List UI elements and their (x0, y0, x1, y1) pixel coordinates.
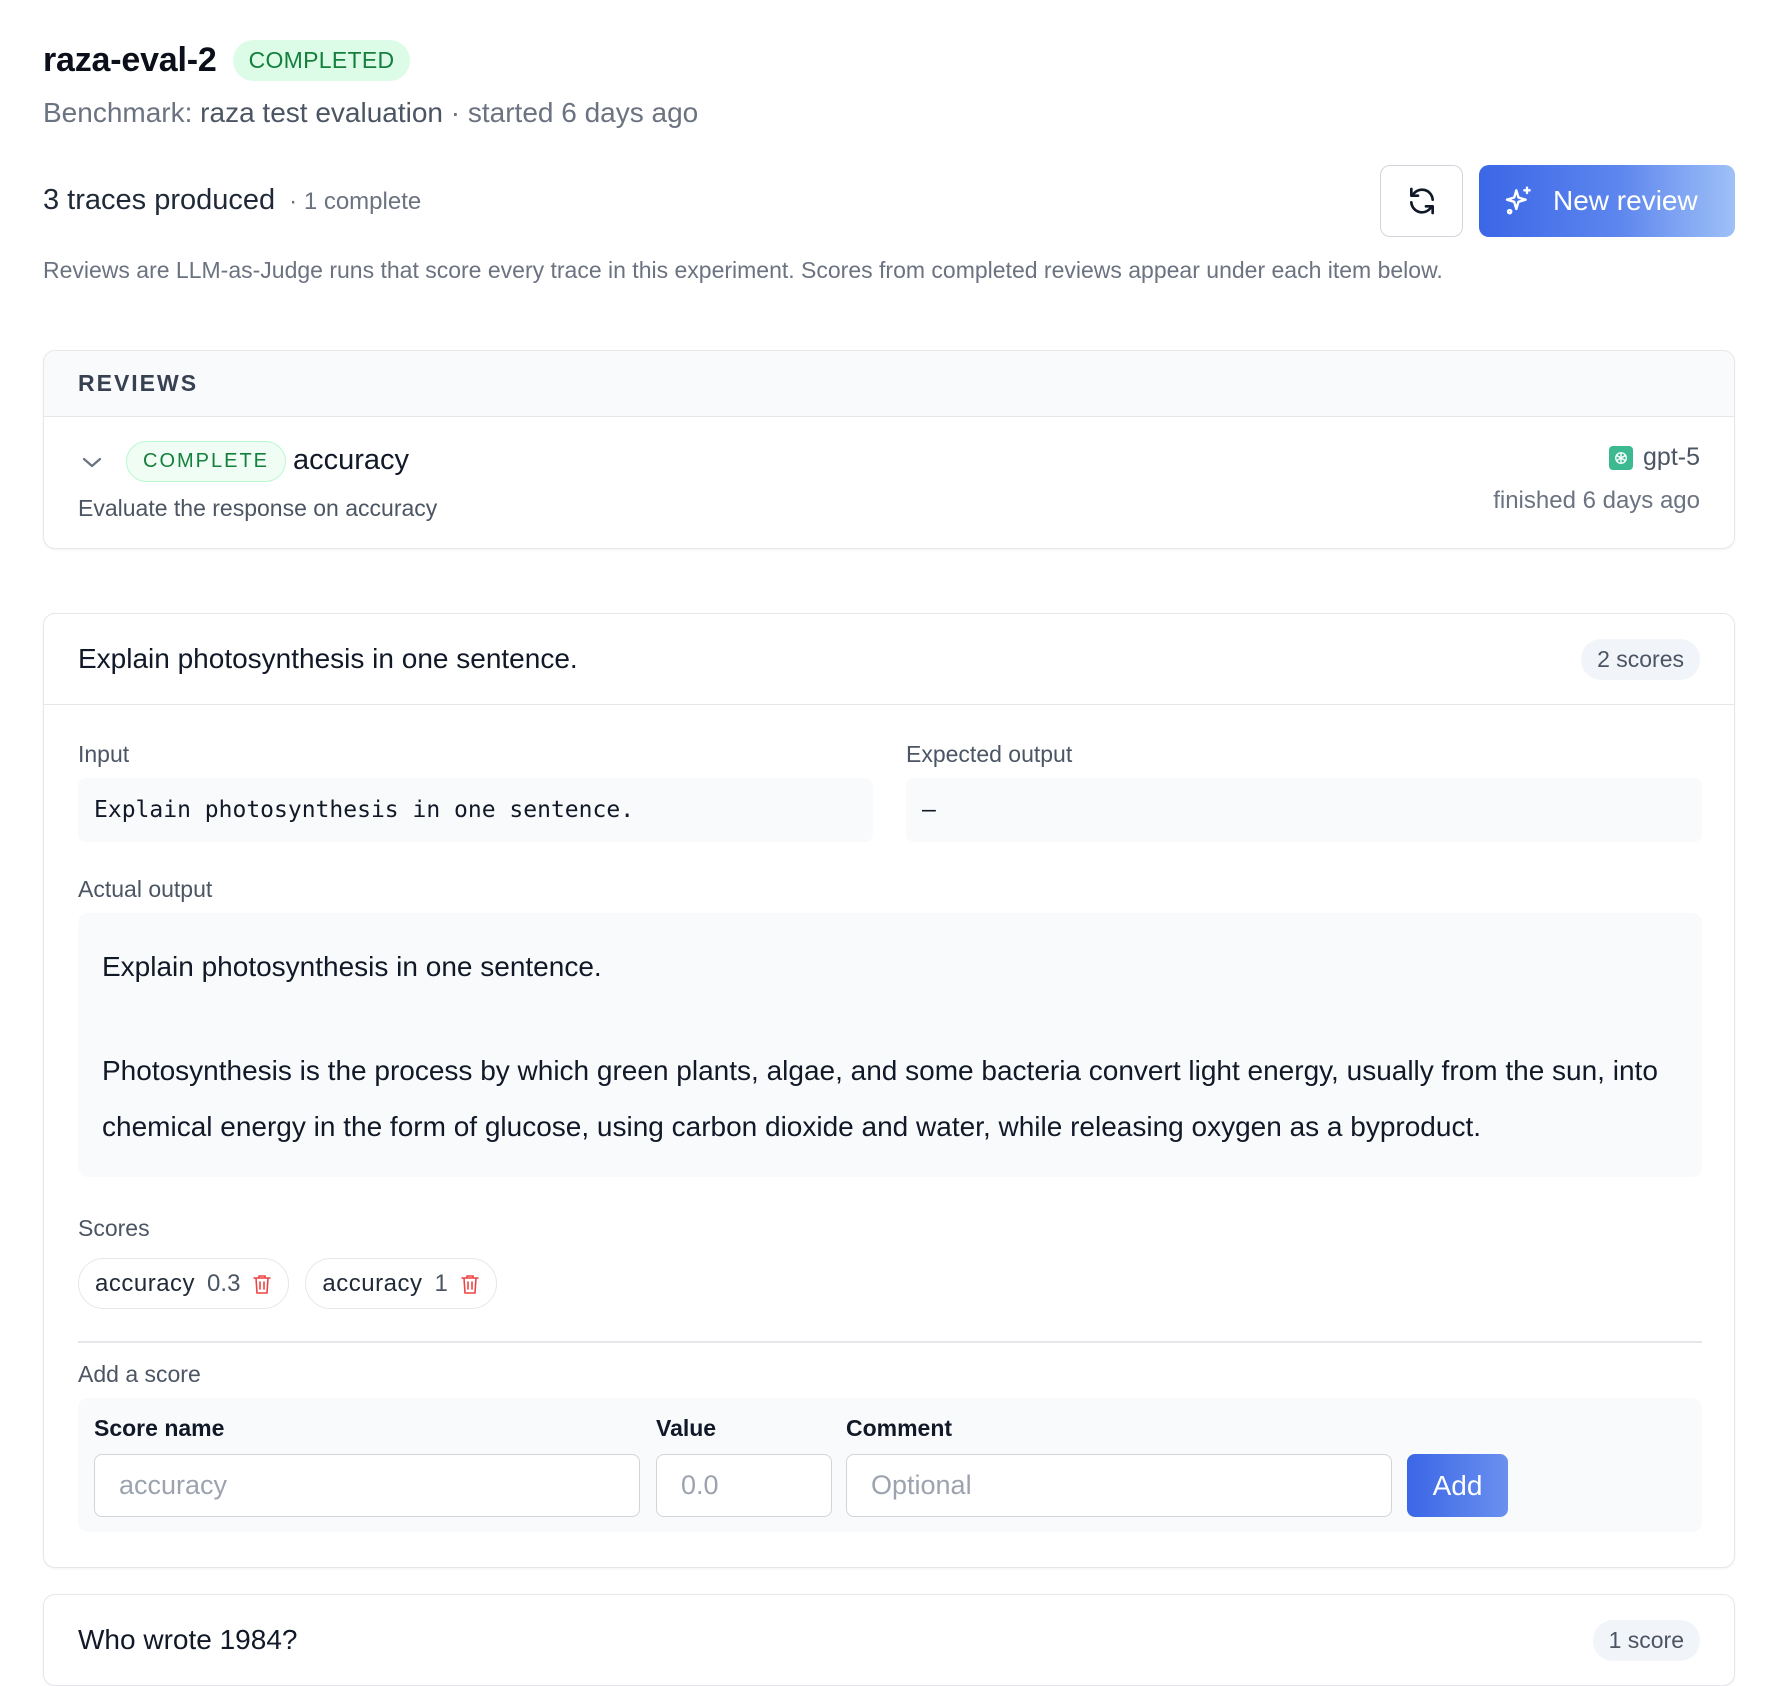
benchmark-prefix: Benchmark: (43, 97, 201, 128)
add-score-heading: Add a score (78, 1361, 201, 1387)
value-label: Value (656, 1415, 717, 1441)
trace-item-header[interactable]: Who wrote 1984? 1 score (44, 1595, 1734, 1685)
page-subtitle: Benchmark: raza test evaluation · starte… (43, 97, 698, 129)
trash-icon[interactable] (252, 1273, 272, 1295)
score-chip: accuracy 1 (305, 1258, 497, 1309)
complete-count: · 1 complete (289, 188, 422, 215)
score-name: accuracy (95, 1269, 196, 1297)
new-review-label: New review (1553, 185, 1698, 216)
score-name-label: Score name (94, 1415, 225, 1441)
scores-label: Scores (78, 1215, 150, 1241)
trace-item-question: Who wrote 1984? (78, 1624, 298, 1655)
score-chip: accuracy 0.3 (78, 1258, 290, 1309)
traces-count: 3 traces produced (43, 184, 276, 216)
review-status-badge: COMPLETE (126, 441, 287, 482)
model-name: gpt-5 (1643, 443, 1700, 471)
score-count-badge: 1 score (1592, 1619, 1700, 1661)
add-score-form: Score name accuracy Value 0.0 Comment Op… (78, 1398, 1702, 1532)
new-review-button[interactable]: New review (1479, 165, 1735, 237)
trace-item-header[interactable]: Explain photosynthesis in one sentence. … (44, 614, 1734, 705)
input-label: Input (78, 741, 130, 767)
input-box: Explain photosynthesis in one sentence. (78, 778, 873, 842)
benchmark-name: raza test evaluation (200, 97, 443, 128)
trace-item-card: Who wrote 1984? 1 score (43, 1594, 1735, 1686)
review-name: accuracy (293, 444, 410, 476)
reviews-card: REVIEWS COMPLETE accuracy Evaluate the r… (43, 350, 1735, 549)
chevron-down-icon[interactable] (80, 455, 104, 476)
expected-output-box: — (906, 778, 1702, 842)
score-value: 0.3 (207, 1269, 241, 1297)
expected-output-label: Expected output (906, 741, 1073, 767)
comment-input[interactable]: Optional (846, 1454, 1392, 1517)
score-name-input[interactable]: accuracy (94, 1454, 640, 1517)
sparkles-icon (1503, 185, 1535, 217)
review-description: Evaluate the response on accuracy (78, 495, 438, 521)
actual-output-line: Explain photosynthesis in one sentence. (102, 951, 602, 982)
trash-icon[interactable] (460, 1273, 480, 1295)
scores-list: accuracy 0.3 accuracy 1 (78, 1258, 513, 1309)
review-model: gpt-5 (1609, 443, 1700, 472)
traces-summary: 3 traces produced · 1 complete (43, 184, 421, 217)
score-name: accuracy (322, 1269, 423, 1297)
score-count-badge: 2 scores (1581, 638, 1700, 680)
openai-icon (1609, 445, 1634, 470)
trace-item-question: Explain photosynthesis in one sentence. (78, 643, 578, 674)
comment-label: Comment (846, 1415, 953, 1441)
refresh-icon (1409, 187, 1434, 215)
actual-output-label: Actual output (78, 876, 213, 902)
refresh-button[interactable] (1380, 165, 1463, 237)
add-score-button[interactable]: Add (1407, 1454, 1508, 1517)
divider (78, 1341, 1702, 1343)
reviews-heading: REVIEWS (44, 351, 1734, 417)
review-finished-time: finished 6 days ago (1493, 487, 1700, 514)
status-badge: COMPLETED (232, 40, 411, 81)
reviews-description: Reviews are LLM-as-Judge runs that score… (43, 257, 1443, 283)
review-row[interactable]: COMPLETE accuracy Evaluate the response … (44, 417, 1734, 548)
started-time: · started 6 days ago (442, 97, 699, 128)
actual-output-box: Explain photosynthesis in one sentence. … (78, 913, 1702, 1177)
score-value: 1 (434, 1269, 448, 1297)
page-title: raza-eval-2 (43, 41, 217, 79)
trace-item-card: Explain photosynthesis in one sentence. … (43, 613, 1735, 1568)
value-input[interactable]: 0.0 (656, 1454, 832, 1517)
page-header: raza-eval-2 COMPLETED (43, 40, 411, 81)
actual-output-text: Photosynthesis is the process by which g… (102, 1055, 1658, 1142)
